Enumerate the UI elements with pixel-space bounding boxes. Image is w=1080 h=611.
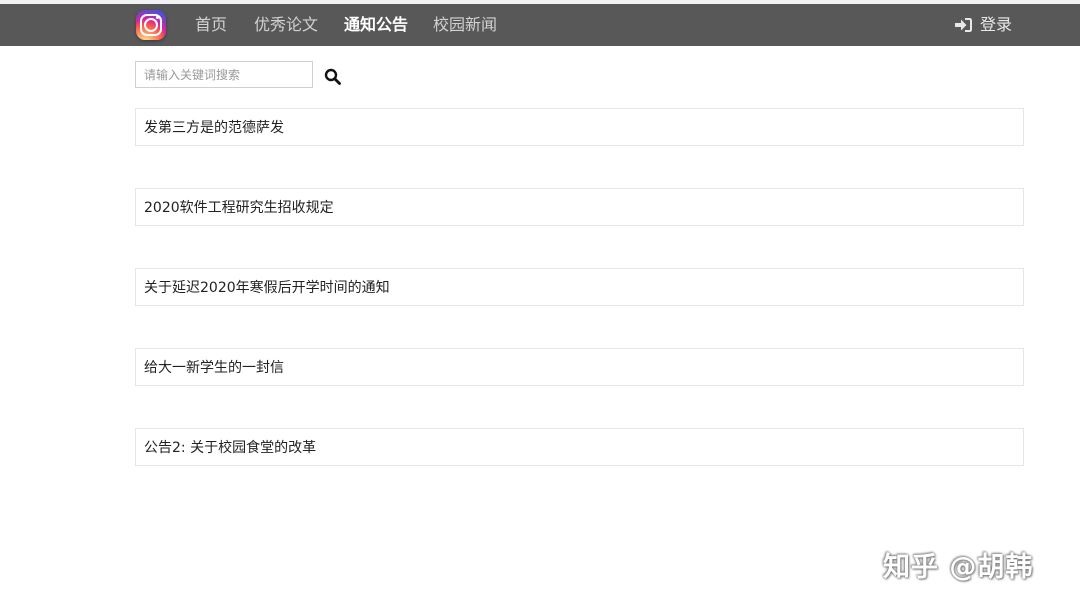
nav-papers[interactable]: 优秀论文 [254, 4, 318, 46]
search-icon[interactable] [324, 68, 342, 86]
notice-item[interactable]: 关于延迟2020年寒假后开学时间的通知 [135, 268, 1024, 306]
site-logo-icon[interactable] [136, 10, 166, 40]
notice-title: 给大一新学生的一封信 [144, 360, 284, 376]
notice-title: 关于延迟2020年寒假后开学时间的通知 [144, 280, 390, 296]
nav-home[interactable]: 首页 [195, 4, 227, 46]
notice-title: 发第三方是的范德萨发 [144, 120, 284, 136]
watermark: 知乎 @胡韩 [883, 552, 1034, 583]
navbar: 首页 优秀论文 通知公告 校园新闻 登录 [0, 4, 1080, 46]
notice-title: 2020软件工程研究生招收规定 [144, 200, 334, 216]
notice-item[interactable]: 发第三方是的范德萨发 [135, 108, 1024, 146]
notice-title: 公告2: 关于校园食堂的改革 [144, 440, 317, 456]
notice-item[interactable]: 给大一新学生的一封信 [135, 348, 1024, 386]
nav-news[interactable]: 校园新闻 [433, 4, 497, 46]
search-input[interactable] [135, 61, 313, 88]
login-label: 登录 [980, 15, 1013, 34]
notice-item[interactable]: 2020软件工程研究生招收规定 [135, 188, 1024, 226]
sign-in-icon [955, 18, 972, 32]
logo-dot [156, 16, 159, 19]
notice-item[interactable]: 公告2: 关于校园食堂的改革 [135, 428, 1024, 466]
logo-ring [144, 18, 158, 32]
nav-notices[interactable]: 通知公告 [344, 4, 408, 46]
